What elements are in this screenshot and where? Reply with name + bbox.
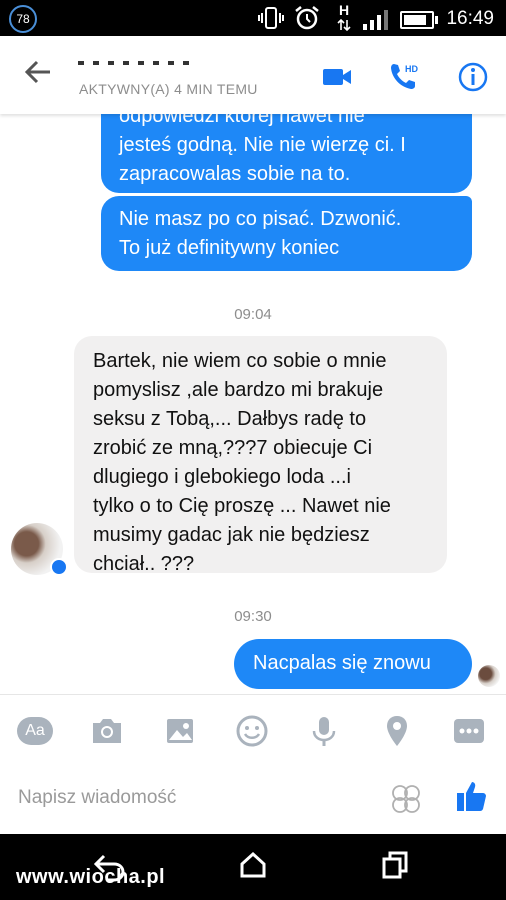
aa-label: Aa bbox=[17, 717, 53, 745]
message-line: tylko o to Cię proszę ... Nawet nie bbox=[93, 495, 391, 517]
message-line: pomyslisz ,ale bardzo mi brakuje bbox=[93, 379, 384, 401]
home-nav-icon[interactable] bbox=[238, 850, 268, 880]
vibrate-icon bbox=[258, 7, 284, 29]
message-line: dlugiego i glebokiego loda ...i bbox=[93, 466, 351, 488]
notification-badge: 78 bbox=[9, 5, 37, 33]
incoming-message[interactable]: Bartek, nie wiem co sobie o mnie pomysli… bbox=[74, 336, 447, 575]
message-input[interactable] bbox=[18, 783, 358, 813]
message-line: Nacpalas się znowu bbox=[253, 652, 431, 674]
message-line: zapracowalas sobie na to. bbox=[119, 163, 351, 185]
network-arrows-icon bbox=[337, 18, 351, 32]
message-line: seksu z Tobą,... Dałbys radę to bbox=[93, 408, 367, 430]
video-call-icon[interactable] bbox=[320, 60, 354, 94]
message-line: To już definitywny koniec bbox=[119, 237, 340, 259]
alarm-icon bbox=[295, 6, 319, 30]
microphone-icon[interactable] bbox=[306, 713, 342, 749]
message-line: jesteś godną. Nie nie wierzę ci. I bbox=[119, 134, 406, 156]
emoji-icon[interactable] bbox=[234, 713, 270, 749]
outgoing-message[interactable]: Nie masz po co pisać. Dzwonić. To już de… bbox=[101, 196, 472, 271]
more-icon[interactable] bbox=[451, 713, 487, 749]
message-list[interactable]: odpowiedzi której nawet nie jesteś godną… bbox=[0, 114, 506, 694]
signal-icon bbox=[363, 10, 388, 30]
timestamp: 09:30 bbox=[234, 608, 272, 625]
message-line: chciał.. ??? bbox=[93, 553, 195, 575]
message-line: Nie masz po co pisać. Dzwonić. bbox=[119, 208, 402, 230]
info-icon[interactable] bbox=[456, 60, 490, 94]
sticker-icon[interactable] bbox=[390, 783, 422, 815]
outgoing-message[interactable]: odpowiedzi której nawet nie jesteś godną… bbox=[101, 114, 472, 193]
hd-call-button[interactable]: HD bbox=[388, 60, 422, 94]
seen-indicator-avatar bbox=[478, 665, 500, 687]
status-bar: 78 H 16:49 bbox=[0, 0, 506, 36]
network-type-label: H bbox=[339, 2, 350, 18]
composer: Aa bbox=[0, 694, 506, 835]
text-format-button[interactable]: Aa bbox=[17, 713, 53, 749]
active-status: AKTYWNY(A) 4 MIN TEMU bbox=[79, 81, 258, 97]
android-nav-bar: www.wiocha.pl bbox=[0, 834, 506, 900]
outgoing-message[interactable]: Nacpalas się znowu bbox=[234, 639, 472, 689]
contact-name-redacted bbox=[78, 54, 218, 65]
conversation-header: AKTYWNY(A) 4 MIN TEMU HD bbox=[0, 36, 506, 114]
gallery-icon[interactable] bbox=[162, 713, 198, 749]
message-line: musimy gadac jak nie będziesz bbox=[93, 524, 370, 546]
clock: 16:49 bbox=[446, 8, 494, 29]
watermark: www.wiocha.pl bbox=[16, 866, 166, 888]
location-icon[interactable] bbox=[379, 713, 415, 749]
timestamp: 09:04 bbox=[234, 306, 272, 323]
camera-icon[interactable] bbox=[89, 713, 125, 749]
thumbs-up-icon[interactable] bbox=[455, 779, 489, 813]
back-arrow-icon[interactable] bbox=[22, 56, 54, 88]
hd-label: HD bbox=[405, 64, 418, 74]
message-line: Bartek, nie wiem co sobie o mnie bbox=[93, 350, 387, 372]
message-line: zrobić ze mną,???7 obiecuje Ci bbox=[93, 437, 373, 459]
recent-apps-nav-icon[interactable] bbox=[381, 850, 409, 880]
messenger-badge-icon bbox=[50, 558, 68, 576]
message-line: odpowiedzi której nawet nie bbox=[119, 114, 365, 127]
battery-icon bbox=[400, 11, 438, 29]
